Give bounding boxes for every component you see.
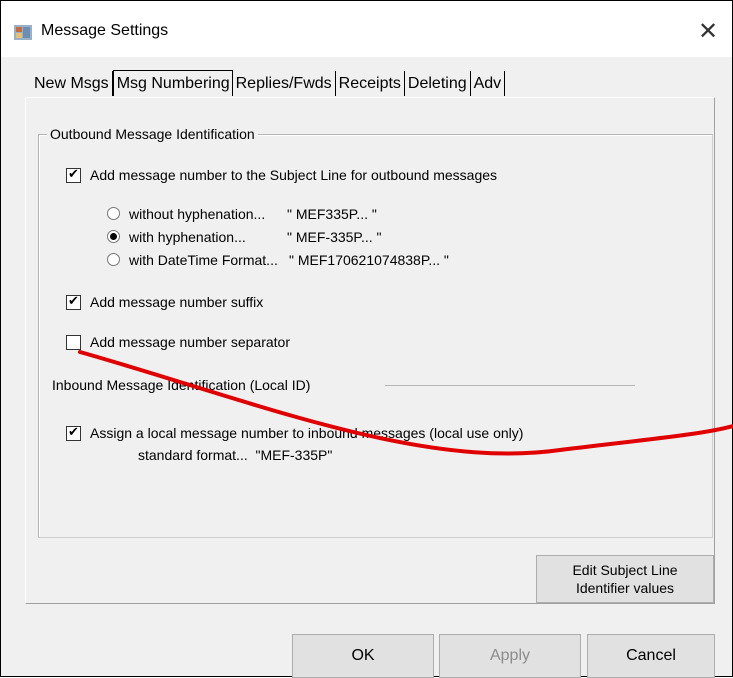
cancel-button[interactable]: Cancel [587,634,715,678]
radio-datetime-format[interactable] [107,253,120,266]
message-settings-window: Message Settings ✕ New Msgs Msg Numberin… [0,0,733,678]
tab-new-msgs[interactable]: New Msgs [31,71,113,96]
checkmark-icon: ✔ [68,425,79,440]
radio-with-hyphenation-label: with hyphenation... [129,229,246,245]
standard-format-text: standard format... "MEF-335P" [138,447,333,463]
close-icon[interactable]: ✕ [691,16,725,46]
tab-replies-fwds[interactable]: Replies/Fwds [233,71,336,96]
tab-receipts[interactable]: Receipts [336,71,405,96]
inbound-group-title: Inbound Message Identification (Local ID… [52,377,317,393]
edit-subject-line-button[interactable]: Edit Subject Line Identifier values [536,555,714,603]
add-subject-label: Add message number to the Subject Line f… [90,167,498,183]
tab-strip: New Msgs Msg Numbering Replies/Fwds Rece… [31,66,506,96]
radio-without-hyphenation-label: without hyphenation... [129,206,266,222]
radio-datetime-format-label: with DateTime Format... [129,252,278,268]
radio-datetime-format-example: " MEF170621074838P... " [289,252,449,268]
outbound-group-title: Outbound Message Identification [47,126,258,142]
radio-with-hyphenation-example: " MEF-335P... " [287,229,382,245]
radio-with-hyphenation[interactable] [107,230,120,243]
suffix-checkbox[interactable]: ✔ [66,294,81,310]
title-bar: Message Settings ✕ [1,1,732,57]
tab-deleting[interactable]: Deleting [405,71,471,96]
checkmark-icon: ✔ [68,167,79,182]
separator-label: Add message number separator [90,334,290,350]
radio-selected-dot [110,233,117,240]
tab-adv[interactable]: Adv [471,71,506,96]
app-icon [14,25,32,40]
ok-button[interactable]: OK [292,634,434,678]
window-title: Message Settings [41,22,169,39]
checkmark-icon: ✔ [68,294,79,309]
edit-button-line2: Identifier values [575,580,675,596]
apply-button[interactable]: Apply [439,634,581,678]
suffix-label: Add message number suffix [90,294,264,310]
add-subject-checkbox[interactable]: ✔ [66,167,81,183]
assign-local-label: Assign a local message number to inbound… [90,425,524,441]
separator-checkbox[interactable] [66,335,81,350]
inbound-divider [385,385,635,386]
tab-msg-numbering[interactable]: Msg Numbering [112,70,233,96]
edit-button-line1: Edit Subject Line [572,562,678,578]
radio-without-hyphenation-example: " MEF335P... " [287,206,377,222]
radio-without-hyphenation[interactable] [107,207,120,220]
assign-local-checkbox[interactable]: ✔ [66,425,81,441]
